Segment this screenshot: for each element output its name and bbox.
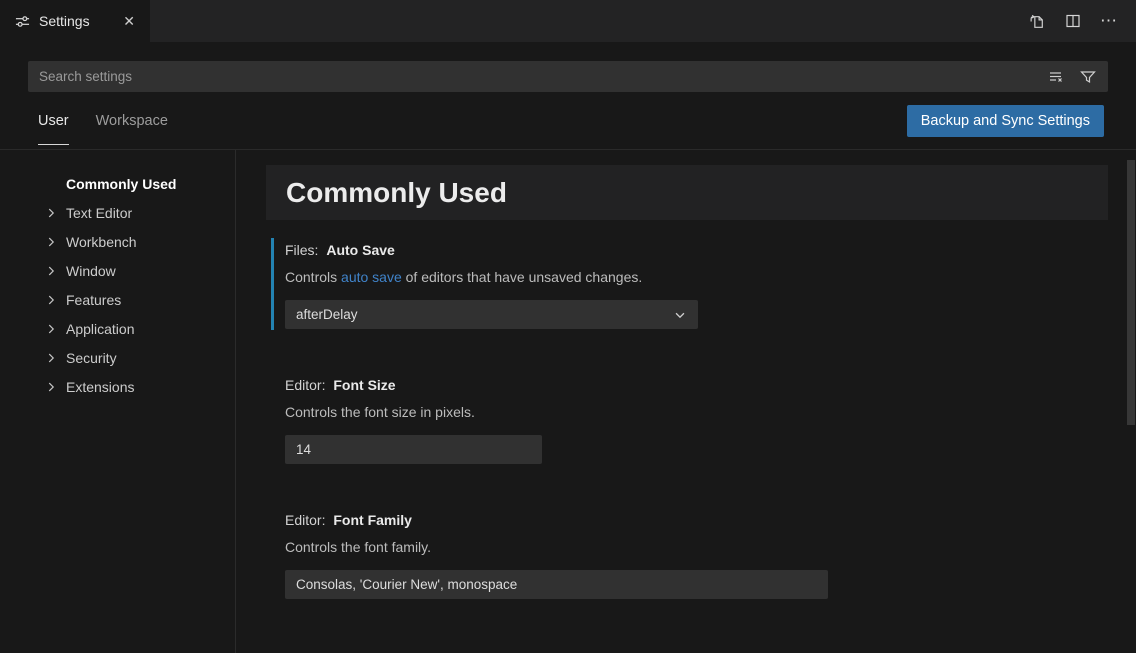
toc-item-label: Commonly Used <box>66 176 176 192</box>
more-actions-icon[interactable]: ⋯ <box>1096 8 1122 34</box>
description-text: Controls <box>285 269 341 285</box>
tab-workspace[interactable]: Workspace <box>96 92 168 149</box>
toc-item-label: Extensions <box>66 379 134 395</box>
setting-editor-font-size: Editor: Font Size Controls the font size… <box>285 377 1108 464</box>
tab-user[interactable]: User <box>38 92 69 149</box>
tab-user-label: User <box>38 113 69 129</box>
setting-description: Controls the font size in pixels. <box>285 404 1108 420</box>
setting-category: Editor: <box>285 377 325 393</box>
backup-and-sync-settings-button[interactable]: Backup and Sync Settings <box>907 105 1104 137</box>
description-text: Controls the font size in pixels. <box>285 404 475 420</box>
open-settings-json-icon[interactable] <box>1024 8 1050 34</box>
modified-indicator <box>271 238 274 330</box>
tab-workspace-label: Workspace <box>96 113 168 129</box>
tab-bar-actions: ⋯ <box>1024 0 1136 42</box>
chevron-right-icon <box>44 293 66 307</box>
section-heading-text: Commonly Used <box>286 177 507 209</box>
description-text: Controls the font family. <box>285 539 431 555</box>
close-tab-icon[interactable]: ✕ <box>120 12 138 30</box>
auto-save-select[interactable]: afterDelay <box>285 300 698 329</box>
chevron-down-icon <box>673 308 687 322</box>
search-row: Search settings <box>0 42 1136 92</box>
setting-editor-font-family: Editor: Font Family Controls the font fa… <box>285 512 1108 599</box>
font-family-input[interactable] <box>285 570 828 599</box>
auto-save-link[interactable]: auto save <box>341 269 402 285</box>
editor-tab-bar: Settings ✕ ⋯ <box>0 0 1136 42</box>
tab-title: Settings <box>39 13 90 29</box>
search-input-actions <box>1045 66 1099 88</box>
settings-toc: Commonly Used Text Editor Workbench Wind… <box>0 150 236 653</box>
toc-item-window[interactable]: Window <box>0 256 235 285</box>
setting-title: Editor: Font Family <box>285 512 1108 529</box>
setting-title: Editor: Font Size <box>285 377 1108 394</box>
toc-item-commonly-used[interactable]: Commonly Used <box>0 169 235 198</box>
split-editor-icon[interactable] <box>1060 8 1086 34</box>
settings-body: Commonly Used Text Editor Workbench Wind… <box>0 150 1136 653</box>
chevron-right-icon <box>44 380 66 394</box>
toc-item-workbench[interactable]: Workbench <box>0 227 235 256</box>
setting-name: Font Size <box>333 377 395 393</box>
setting-name: Font Family <box>333 512 412 528</box>
toc-item-label: Security <box>66 350 117 366</box>
description-text: of editors that have unsaved changes. <box>402 269 643 285</box>
setting-category: Files: <box>285 242 318 258</box>
setting-files-auto-save: Files: Auto Save Controls auto save of e… <box>285 242 1108 329</box>
chevron-right-icon <box>44 322 66 336</box>
vertical-scrollbar[interactable] <box>1127 160 1135 425</box>
toc-item-label: Workbench <box>66 234 137 250</box>
search-placeholder-text: Search settings <box>39 69 132 84</box>
settings-sliders-icon <box>15 14 30 29</box>
toc-item-label: Text Editor <box>66 205 132 221</box>
settings-list: Commonly Used Files: Auto Save Controls … <box>236 150 1136 653</box>
toc-item-text-editor[interactable]: Text Editor <box>0 198 235 227</box>
select-value: afterDelay <box>296 307 358 322</box>
section-heading: Commonly Used <box>266 165 1108 220</box>
search-settings-input[interactable]: Search settings <box>28 61 1108 92</box>
chevron-right-icon <box>44 235 66 249</box>
font-size-input[interactable] <box>285 435 542 464</box>
chevron-right-icon <box>44 264 66 278</box>
settings-tab[interactable]: Settings ✕ <box>0 0 150 42</box>
toc-item-extensions[interactable]: Extensions <box>0 372 235 401</box>
filter-settings-icon[interactable] <box>1077 66 1099 88</box>
chevron-right-icon <box>44 351 66 365</box>
chevron-right-icon <box>44 206 66 220</box>
setting-category: Editor: <box>285 512 325 528</box>
toc-item-features[interactable]: Features <box>0 285 235 314</box>
setting-description: Controls the font family. <box>285 539 1108 555</box>
toc-item-label: Window <box>66 263 116 279</box>
setting-name: Auto Save <box>326 242 394 258</box>
settings-scope-row: User Workspace Backup and Sync Settings <box>0 92 1136 150</box>
toc-item-label: Application <box>66 321 135 337</box>
setting-description: Controls auto save of editors that have … <box>285 269 1108 285</box>
setting-title: Files: Auto Save <box>285 242 1108 259</box>
toc-item-security[interactable]: Security <box>0 343 235 372</box>
toc-item-application[interactable]: Application <box>0 314 235 343</box>
toc-item-label: Features <box>66 292 121 308</box>
clear-settings-search-icon[interactable] <box>1045 66 1067 88</box>
